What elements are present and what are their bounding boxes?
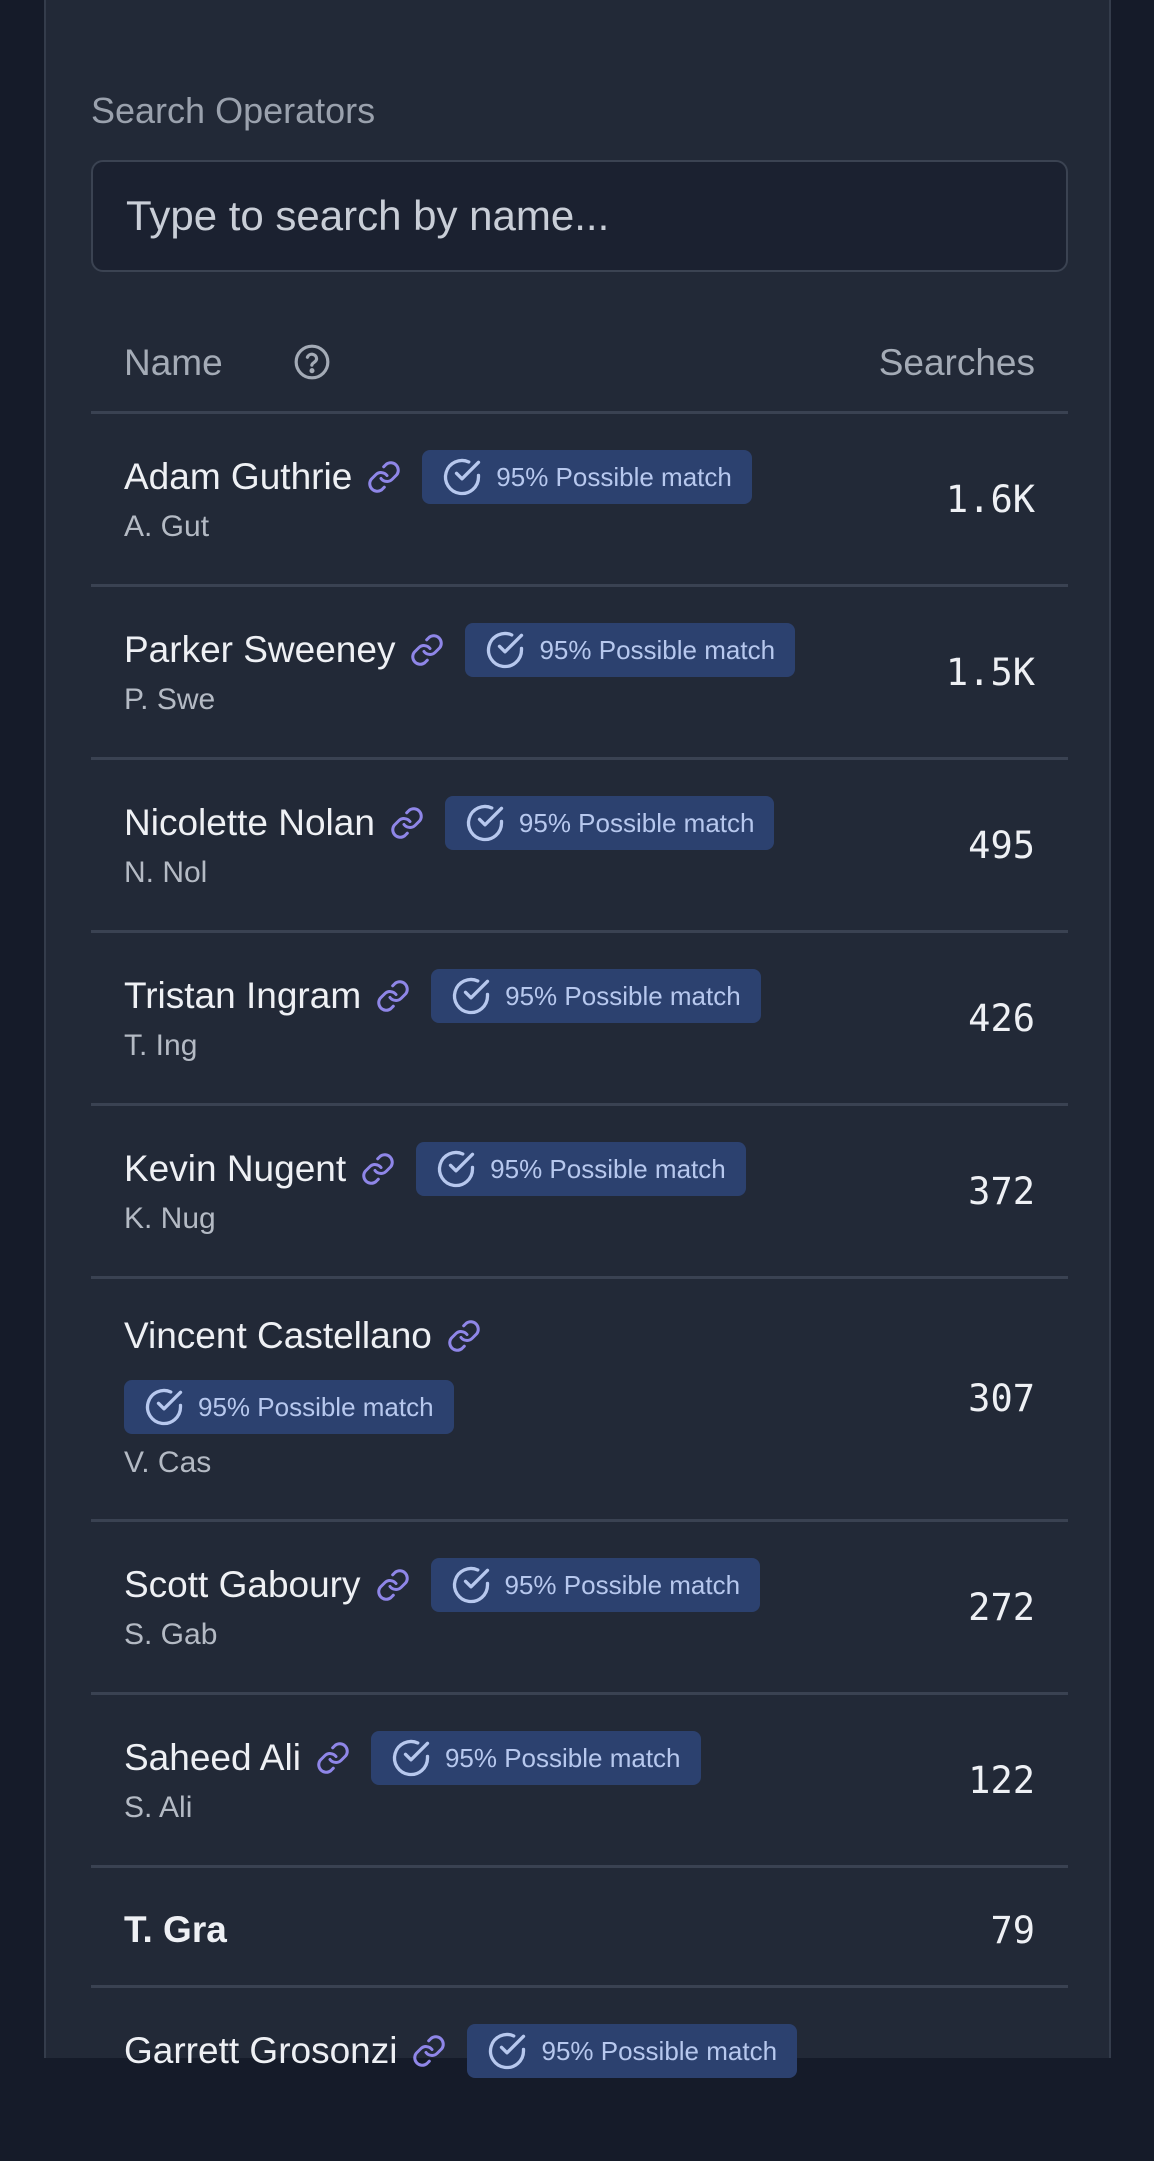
- table-row[interactable]: Vincent Castellano 95% Possible match V.…: [91, 1279, 1068, 1522]
- check-circle-icon: [145, 1388, 183, 1426]
- table-row[interactable]: Adam Guthrie 95% Possible match A. Gut 1…: [91, 414, 1068, 587]
- match-badge: 95% Possible match: [416, 1142, 746, 1196]
- match-badge-label: 95% Possible match: [518, 807, 755, 838]
- match-badge-label: 95% Possible match: [539, 634, 776, 665]
- searches-count: 1.5K: [945, 651, 1035, 694]
- operator-name[interactable]: Kevin Nugent: [124, 1148, 346, 1190]
- operators-table: Adam Guthrie 95% Possible match A. Gut 1…: [91, 414, 1068, 2161]
- match-badge-label: 95% Possible match: [496, 461, 732, 492]
- check-circle-icon: [444, 458, 481, 496]
- match-badge: 95% Possible match: [465, 623, 796, 677]
- link-icon[interactable]: [375, 978, 411, 1014]
- table-row[interactable]: Scott Gaboury 95% Possible match S. Gab …: [91, 1522, 1068, 1695]
- match-badge-label: 95% Possible match: [505, 980, 741, 1011]
- match-badge-label: 95% Possible match: [541, 2035, 778, 2066]
- operator-short-name: A. Gut: [124, 510, 210, 543]
- searches-count: 122: [968, 1759, 1035, 1802]
- link-icon[interactable]: [375, 1567, 411, 1603]
- link-icon[interactable]: [446, 1318, 482, 1354]
- match-badge: 95% Possible match: [370, 1731, 701, 1785]
- table-row[interactable]: Garrett Grosonzi 95% Possible match: [91, 1988, 1068, 2161]
- link-icon[interactable]: [315, 1740, 351, 1776]
- check-circle-icon: [438, 1150, 475, 1188]
- link-icon[interactable]: [366, 459, 402, 495]
- operator-short-name[interactable]: T. Gra: [124, 1909, 227, 1951]
- operator-short-name: S. Gab: [124, 1618, 218, 1651]
- searches-count: 272: [968, 1586, 1035, 1629]
- match-badge: 95% Possible match: [422, 450, 752, 504]
- check-circle-icon: [452, 977, 490, 1015]
- check-circle-icon: [392, 1739, 430, 1777]
- match-badge: 95% Possible match: [431, 969, 761, 1023]
- match-badge-label: 95% Possible match: [490, 1153, 726, 1184]
- match-badge: 95% Possible match: [430, 1558, 761, 1612]
- table-header: Name Searches: [91, 318, 1068, 414]
- table-row[interactable]: T. Gra 79: [91, 1868, 1068, 1988]
- operator-short-name: V. Cas: [124, 1446, 212, 1479]
- operator-name[interactable]: Adam Guthrie: [124, 456, 352, 498]
- check-circle-icon: [489, 2032, 526, 2070]
- search-label: Search Operators: [91, 90, 376, 131]
- match-badge: 95% Possible match: [124, 1380, 454, 1434]
- operators-panel: Search Operators Name Searches Adam Guth…: [44, 0, 1111, 2078]
- table-row[interactable]: Kevin Nugent 95% Possible match K. Nug 3…: [91, 1106, 1068, 1279]
- searches-count: 495: [968, 824, 1035, 867]
- operator-name[interactable]: Parker Sweeney: [124, 629, 395, 671]
- table-row[interactable]: Tristan Ingram 95% Possible match T. Ing…: [91, 933, 1068, 1106]
- match-badge: 95% Possible match: [467, 2024, 798, 2078]
- operator-name[interactable]: Tristan Ingram: [124, 975, 361, 1017]
- link-icon[interactable]: [411, 2033, 447, 2069]
- operator-short-name: S. Ali: [124, 1791, 193, 1824]
- operator-short-name: P. Swe: [124, 683, 216, 716]
- searches-count: 79: [990, 1909, 1035, 1952]
- help-circle-icon[interactable]: [293, 343, 331, 381]
- check-circle-icon: [452, 1566, 489, 1604]
- operator-name[interactable]: Saheed Ali: [124, 1737, 301, 1779]
- operator-short-name: T. Ing: [124, 1029, 198, 1062]
- operator-short-name: K. Nug: [124, 1202, 216, 1235]
- match-badge-label: 95% Possible match: [504, 1569, 741, 1600]
- operator-short-name: N. Nol: [124, 856, 208, 889]
- column-header-searches[interactable]: Searches: [879, 342, 1035, 384]
- match-badge: 95% Possible match: [444, 796, 775, 850]
- column-header-name[interactable]: Name: [124, 342, 223, 384]
- match-badge-label: 95% Possible match: [198, 1391, 434, 1422]
- operator-name[interactable]: Vincent Castellano: [124, 1315, 432, 1357]
- table-row[interactable]: Parker Sweeney 95% Possible match P. Swe…: [91, 587, 1068, 760]
- table-row[interactable]: Nicolette Nolan 95% Possible match N. No…: [91, 760, 1068, 933]
- table-row[interactable]: Saheed Ali 95% Possible match S. Ali 122: [91, 1695, 1068, 1868]
- link-icon[interactable]: [389, 805, 425, 841]
- operator-name[interactable]: Nicolette Nolan: [124, 802, 375, 844]
- search-input[interactable]: [91, 160, 1068, 272]
- link-icon[interactable]: [409, 632, 445, 668]
- check-circle-icon: [487, 631, 524, 669]
- searches-count: 1.6K: [945, 478, 1035, 521]
- match-badge-label: 95% Possible match: [444, 1742, 681, 1773]
- link-icon[interactable]: [360, 1151, 396, 1187]
- searches-count: 372: [968, 1170, 1035, 1213]
- searches-count: 307: [968, 1377, 1035, 1420]
- searches-count: 426: [968, 997, 1035, 1040]
- operator-name[interactable]: Scott Gaboury: [124, 1564, 361, 1606]
- check-circle-icon: [466, 804, 504, 842]
- operator-name[interactable]: Garrett Grosonzi: [124, 2030, 397, 2072]
